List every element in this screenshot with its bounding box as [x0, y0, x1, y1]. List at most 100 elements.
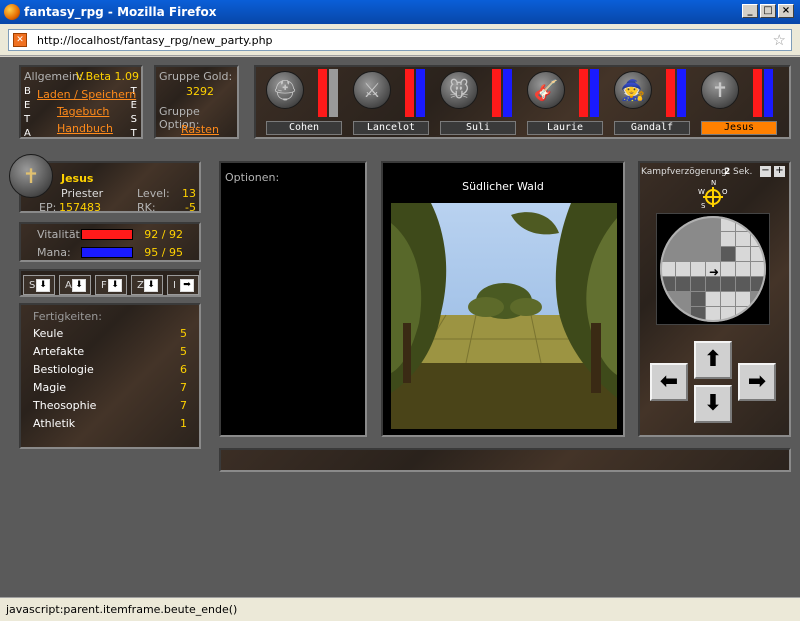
delay-plus-button[interactable]: + [774, 166, 785, 177]
action-button-key: A [65, 280, 72, 291]
ep-value: 157483 [59, 201, 101, 214]
combat-delay-value: 2 [724, 167, 731, 177]
general-label: Allgemein: [24, 70, 83, 83]
arrow-up-icon: ⬆ [703, 347, 723, 372]
character-class: Priester [61, 187, 104, 200]
vitality-label: Vitalität: [37, 228, 84, 241]
skills-label: Fertigkeiten: [33, 310, 102, 323]
action-button-key: F [101, 280, 107, 291]
rest-link[interactable]: Rasten [181, 123, 219, 136]
arrow-icon: ⬇ [144, 279, 158, 292]
action-button-a[interactable]: A ⬇ [59, 275, 91, 295]
party-member-name[interactable]: Gandalf [614, 121, 690, 135]
party-member-mana-bar [677, 69, 686, 117]
action-buttons-panel: S ⬇ A ⬇ F ⬇ Z ⬇ I ➡ [19, 269, 201, 297]
character-name: Jesus [61, 172, 94, 185]
party-member-avatar[interactable]: ⛑ [266, 71, 304, 109]
priest-mitre-icon: ✝ [22, 164, 40, 188]
scene-view[interactable] [391, 203, 617, 429]
party-member-avatar[interactable]: ⚔ [353, 71, 391, 109]
beta-vertical: BETA [24, 86, 31, 139]
minimap[interactable]: ➜ [656, 213, 770, 325]
close-button[interactable]: × [778, 4, 794, 18]
arrow-left-icon: ⬅ [659, 369, 679, 394]
move-back-button[interactable]: ⬇ [694, 385, 732, 423]
party-member-mana-bar [764, 69, 773, 117]
party-member-mana-bar [416, 69, 425, 117]
lute-icon: 🎸 [533, 78, 559, 102]
arrow-icon: ⬇ [108, 279, 122, 292]
party-member-avatar[interactable]: 🧙 [614, 71, 652, 109]
status-text: javascript:parent.itemframe.beute_ende() [6, 603, 238, 616]
party-member-vitality-bar [492, 69, 501, 117]
level-label: Level: [137, 187, 170, 200]
wizard-hat-icon: 🧙 [620, 78, 646, 102]
party-member-avatar[interactable]: ✝ [701, 71, 739, 109]
firefox-icon [4, 4, 20, 20]
mana-label: Mana: [37, 246, 71, 259]
party-member-name[interactable]: Cohen [266, 121, 342, 135]
rk-label: RK: [137, 201, 156, 214]
character-avatar[interactable]: ✝ [9, 154, 53, 198]
forest-scene-image [391, 203, 617, 429]
message-bar [219, 448, 791, 472]
version-text: V.Beta 1.09 [76, 70, 139, 83]
arrow-icon: ➡ [180, 279, 194, 292]
arrow-icon: ⬇ [72, 279, 86, 292]
diary-link[interactable]: Tagebuch [57, 105, 109, 118]
delay-minus-button[interactable]: − [760, 166, 771, 177]
mana-bar [81, 247, 133, 258]
action-button-f[interactable]: F ⬇ [95, 275, 127, 295]
turn-right-button[interactable]: ➡ [738, 363, 776, 401]
address-bar: ✕ http://localhost/fantasy_rpg/new_party… [0, 24, 800, 56]
window-titlebar: fantasy_rpg - Mozilla Firefox _ □ × [0, 0, 800, 24]
options-label: Optionen: [225, 171, 280, 184]
party-member-name[interactable]: Lancelot [353, 121, 429, 135]
ep-label: EP: [39, 201, 57, 214]
viking-helmet-axe-icon: ⛑ [272, 78, 298, 102]
action-button-z[interactable]: Z ⬇ [131, 275, 163, 295]
action-button-s[interactable]: S ⬇ [23, 275, 55, 295]
skill-name: Keule [33, 327, 64, 340]
vitals-panel: Vitalität: 92 / 92 Mana: 95 / 95 [19, 222, 201, 262]
skill-value: 7 [180, 381, 187, 394]
arrow-right-icon: ➡ [747, 369, 767, 394]
url-text: http://localhost/fantasy_rpg/new_party.p… [37, 34, 273, 47]
skill-name: Bestiologie [33, 363, 94, 376]
status-bar: javascript:parent.itemframe.beute_ende() [0, 597, 800, 621]
bookmark-star-icon[interactable]: ☆ [773, 31, 786, 49]
skill-value: 5 [180, 327, 187, 340]
party-member-avatar[interactable]: 🐭 [440, 71, 478, 109]
party-member-name[interactable]: Suli [440, 121, 516, 135]
url-field[interactable]: ✕ http://localhost/fantasy_rpg/new_party… [8, 29, 792, 51]
party-member-name[interactable]: Jesus [701, 121, 777, 135]
party-member-name[interactable]: Laurie [527, 121, 603, 135]
mana-bar-fill [82, 248, 132, 257]
manual-link[interactable]: Handbuch [57, 122, 113, 135]
action-button-i[interactable]: I ➡ [167, 275, 199, 295]
action-button-key: I [173, 280, 176, 291]
window-title: fantasy_rpg - Mozilla Firefox [24, 5, 217, 19]
options-panel: Optionen: [219, 161, 367, 437]
arrow-down-icon: ⬇ [703, 391, 723, 416]
combat-delay-label: Kampfverzögerung: [641, 167, 730, 177]
player-position-arrow-icon: ➜ [709, 265, 719, 279]
load-save-link[interactable]: Laden / Speichern [37, 88, 136, 101]
minimize-button[interactable]: _ [742, 4, 758, 18]
party-member-avatar[interactable]: 🎸 [527, 71, 565, 109]
action-button-key: S [29, 280, 36, 291]
maximize-button[interactable]: □ [760, 4, 776, 18]
group-gold-label: Gruppe Gold: [159, 70, 233, 83]
skill-name: Theosophie [33, 399, 97, 412]
move-forward-button[interactable]: ⬆ [694, 341, 732, 379]
group-gold-value: 3292 [186, 85, 214, 98]
scene-panel: Südlicher Wald [381, 161, 625, 437]
skill-name: Athletik [33, 417, 76, 430]
combat-delay-unit: Sek. [733, 167, 753, 177]
skill-value: 5 [180, 345, 187, 358]
minimap-grid: ➜ [660, 216, 766, 322]
navigation-panel: Kampfverzögerung: 2 Sek. − + N W O S ➜ ⬆… [638, 161, 791, 437]
turn-left-button[interactable]: ⬅ [650, 363, 688, 401]
level-value: 13 [182, 187, 196, 200]
party-member-mana-bar [590, 69, 599, 117]
